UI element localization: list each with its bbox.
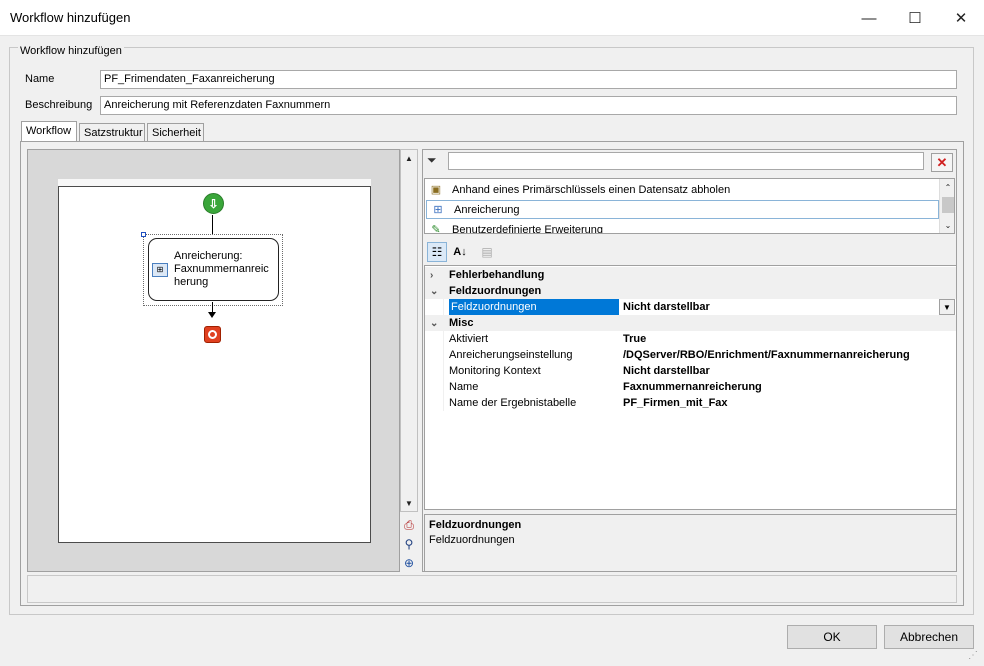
close-icon: ✕ [954,10,968,27]
minimize-button[interactable]: — [846,0,892,36]
connector-line-top [212,215,213,235]
node-label-line-3: herung [174,276,209,288]
categorized-view-icon[interactable]: ☷ [427,242,447,262]
grid-gutter [443,267,444,411]
red-stop-icon[interactable] [204,326,221,343]
activity-list[interactable]: ▣ Anhand eines Primärschlüssels einen Da… [424,178,955,234]
activity-filter-input[interactable] [448,152,924,170]
scroll-down-icon[interactable]: ⌄ [940,217,954,233]
list-item-label: Anhand eines Primärschlüssels einen Date… [452,183,731,196]
tab-sicherheit[interactable]: Sicherheit [147,123,204,143]
list-item[interactable]: ▣ Anhand eines Primärschlüssels einen Da… [425,180,940,199]
arrow-down-icon [208,312,216,318]
chevron-down-icon[interactable]: ⌄ [430,318,442,329]
green-start-arrow-icon[interactable]: ⇩ [203,193,224,214]
property-row[interactable]: Name der Ergebnistabelle PF_Firmen_mit_F… [425,395,956,411]
minimize-icon: — [861,9,877,27]
enrichment-icon: ⊞ [433,204,443,216]
close-button[interactable]: ✕ [938,0,984,36]
category-feldzuordnungen[interactable]: ⌄ Feldzuordnungen [425,283,956,299]
help-text: Feldzuordnungen [429,534,515,546]
enrichment-activity-node[interactable]: ⊞ Anreicherung: Faxnummernanreic herung [148,238,279,301]
record-icon: ▣ [430,184,442,196]
node-label-line-2: Faxnummernanreic [174,263,269,275]
find-binoculars-icon[interactable]: ⚲ [401,536,417,552]
list-scrollbar[interactable]: ⌃ ⌄ [939,179,954,233]
category-misc[interactable]: ⌄ Misc [425,315,956,331]
cancel-button[interactable]: Abbrechen [884,625,974,649]
ok-button[interactable]: OK [787,625,877,649]
property-pages-icon[interactable]: ▤ [477,242,497,262]
print-preview-icon[interactable]: ⎙ [401,517,417,533]
maximize-icon: ☐ [908,10,922,27]
property-row[interactable]: Aktiviert True [425,331,956,347]
enrichment-icon: ⊞ [152,263,168,277]
tab-satzstruktur[interactable]: Satzstruktur [79,123,145,143]
maximize-button[interactable]: ☐ [892,0,938,36]
property-row[interactable]: Monitoring Kontext Nicht darstellbar [425,363,956,379]
property-help-box: Feldzuordnungen Feldzuordnungen [424,514,957,572]
property-row[interactable]: Anreicherungseinstellung /DQServer/RBO/E… [425,347,956,363]
clear-icon: ✕ [936,154,948,170]
list-item-selected[interactable]: ⊞ Anreicherung [426,200,939,219]
description-label: Beschreibung [25,99,93,111]
canvas-header-strip [58,179,371,187]
resize-grip-icon[interactable]: ⋰ [968,650,978,661]
selection-handle[interactable] [141,232,146,237]
list-item-label: Benutzerdefinierte Erweiterung [452,223,604,234]
designer-vertical-scrollbar[interactable]: ▲ ▼ [400,149,418,512]
tab-workflow[interactable]: Workflow [21,121,77,143]
scroll-up-icon[interactable]: ▲ [401,150,417,166]
help-title: Feldzuordnungen [429,519,522,531]
dropdown-arrow-icon[interactable]: ▼ [939,299,955,315]
title-bar: Workflow hinzufügen — ☐ ✕ [0,0,984,36]
filter-funnel-icon: ⏷ [427,153,437,167]
chevron-right-icon[interactable]: › [430,270,442,281]
list-item[interactable]: ✎ Benutzerdefinierte Erweiterung [425,220,940,234]
property-toolbar: ☷ A↓ ▤ [424,240,955,264]
groupbox-title: Workflow hinzufügen [18,45,124,57]
property-row-selected[interactable]: Feldzuordnungen Nicht darstellbar ▼ [425,299,956,315]
description-input[interactable]: Anreicherung mit Referenzdaten Faxnummer… [100,96,957,115]
property-grid[interactable]: › Fehlerbehandlung ⌄ Feldzuordnungen Fel… [424,265,957,510]
window-title: Workflow hinzufügen [10,10,131,25]
pan-navigate-icon[interactable]: ⊕ [401,555,417,571]
name-input[interactable]: PF_Frimendaten_Faxanreicherung [100,70,957,89]
category-fehlerbehandlung[interactable]: › Fehlerbehandlung [425,267,956,283]
property-row[interactable]: Name Faxnummernanreicherung [425,379,956,395]
scroll-thumb[interactable] [942,197,954,213]
custom-extension-icon: ✎ [431,224,441,234]
scroll-up-icon[interactable]: ⌃ [940,179,954,195]
node-label-line-1: Anreicherung: [174,250,243,262]
node-label: Anreicherung: Faxnummernanreic herung [174,250,269,289]
name-label: Name [25,73,55,85]
alphabetical-sort-icon[interactable]: A↓ [450,242,470,262]
chevron-down-icon[interactable]: ⌄ [430,286,442,297]
status-area [27,575,957,603]
list-item-label: Anreicherung [454,203,520,216]
clear-filter-button[interactable]: ✕ [931,153,953,172]
scroll-down-icon[interactable]: ▼ [401,495,417,511]
